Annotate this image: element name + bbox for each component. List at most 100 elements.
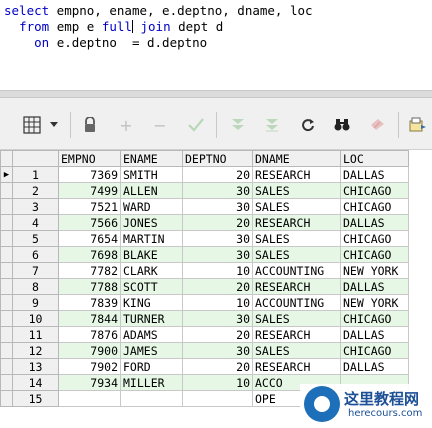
cell-dname[interactable]: RESEARCH	[252, 326, 341, 343]
row-indicator[interactable]	[0, 326, 13, 343]
row-number[interactable]: 8	[12, 278, 59, 295]
table-row[interactable]: 10 7844 TURNER 30 SALES CHICAGO	[0, 310, 409, 327]
cell-dname[interactable]: RESEARCH	[252, 166, 341, 183]
cell-deptno[interactable]	[182, 390, 253, 407]
table-row[interactable]: 3 7521 WARD 30 SALES CHICAGO	[0, 198, 409, 215]
cell-loc[interactable]: DALLAS	[340, 214, 409, 231]
row-number[interactable]: 1	[12, 166, 59, 183]
cell-empno[interactable]: 7876	[58, 326, 121, 343]
row-number[interactable]: 3	[12, 198, 59, 215]
cell-ename[interactable]: CLARK	[120, 262, 183, 279]
find-binoculars-icon[interactable]	[332, 115, 352, 135]
table-row[interactable]: 13 7902 FORD 20 RESEARCH DALLAS	[0, 358, 409, 375]
cell-dname[interactable]: ACCOUNTING	[252, 262, 341, 279]
row-number[interactable]: 13	[12, 358, 59, 375]
cell-loc[interactable]: CHICAGO	[340, 198, 409, 215]
cell-deptno[interactable]: 20	[182, 326, 253, 343]
current-row-indicator-icon[interactable]: ▶	[0, 166, 13, 183]
cell-dname[interactable]: SALES	[252, 230, 341, 247]
export-icon[interactable]	[408, 115, 428, 135]
cell-loc[interactable]: CHICAGO	[340, 182, 409, 199]
cell-deptno[interactable]: 10	[182, 262, 253, 279]
table-row[interactable]: ▶ 1 7369 SMITH 20 RESEARCH DALLAS	[0, 166, 409, 183]
cell-ename[interactable]	[120, 390, 183, 407]
cell-loc[interactable]: NEW YORK	[340, 294, 409, 311]
cell-dname[interactable]: RESEARCH	[252, 278, 341, 295]
cell-loc[interactable]: DALLAS	[340, 278, 409, 295]
grid-layout-icon[interactable]	[22, 115, 42, 135]
cell-empno[interactable]: 7902	[58, 358, 121, 375]
cell-empno[interactable]	[58, 390, 121, 407]
row-indicator[interactable]	[0, 198, 13, 215]
table-row[interactable]: 7 7782 CLARK 10 ACCOUNTING NEW YORK	[0, 262, 409, 279]
lock-icon[interactable]	[80, 115, 100, 135]
cell-empno[interactable]: 7934	[58, 374, 121, 391]
cell-deptno[interactable]: 30	[182, 198, 253, 215]
column-header-empno[interactable]: EMPNO	[58, 150, 121, 167]
table-row[interactable]: 2 7499 ALLEN 30 SALES CHICAGO	[0, 182, 409, 199]
row-number[interactable]: 11	[12, 326, 59, 343]
cell-dname[interactable]: SALES	[252, 342, 341, 359]
cell-ename[interactable]: SCOTT	[120, 278, 183, 295]
row-indicator[interactable]	[0, 214, 13, 231]
row-number[interactable]: 6	[12, 246, 59, 263]
cell-ename[interactable]: BLAKE	[120, 246, 183, 263]
cell-dname[interactable]: SALES	[252, 198, 341, 215]
row-indicator[interactable]	[0, 278, 13, 295]
cell-loc[interactable]: NEW YORK	[340, 262, 409, 279]
cell-ename[interactable]: KING	[120, 294, 183, 311]
sql-editor[interactable]: select empno, ename, e.deptno, dname, lo…	[0, 0, 432, 90]
cell-loc[interactable]: DALLAS	[340, 358, 409, 375]
cell-deptno[interactable]: 30	[182, 310, 253, 327]
cell-deptno[interactable]: 20	[182, 166, 253, 183]
cell-empno[interactable]: 7698	[58, 246, 121, 263]
row-indicator[interactable]	[0, 342, 13, 359]
cell-deptno[interactable]: 10	[182, 294, 253, 311]
cell-deptno[interactable]: 20	[182, 278, 253, 295]
cell-deptno[interactable]: 30	[182, 342, 253, 359]
cell-deptno[interactable]: 30	[182, 246, 253, 263]
cell-loc[interactable]: CHICAGO	[340, 246, 409, 263]
row-indicator[interactable]	[0, 358, 13, 375]
cell-ename[interactable]: MILLER	[120, 374, 183, 391]
row-number[interactable]: 9	[12, 294, 59, 311]
row-number[interactable]: 5	[12, 230, 59, 247]
cell-ename[interactable]: ADAMS	[120, 326, 183, 343]
cell-ename[interactable]: TURNER	[120, 310, 183, 327]
column-header-ename[interactable]: ENAME	[120, 150, 183, 167]
row-number[interactable]: 10	[12, 310, 59, 327]
cell-empno[interactable]: 7369	[58, 166, 121, 183]
cell-dname[interactable]: RESEARCH	[252, 214, 341, 231]
cell-empno[interactable]: 7521	[58, 198, 121, 215]
row-indicator[interactable]	[0, 262, 13, 279]
filter-down-icon-2[interactable]	[262, 115, 282, 135]
cell-loc[interactable]: CHICAGO	[340, 230, 409, 247]
cell-dname[interactable]: RESEARCH	[252, 358, 341, 375]
cell-ename[interactable]: ALLEN	[120, 182, 183, 199]
cell-loc[interactable]: DALLAS	[340, 326, 409, 343]
cell-empno[interactable]: 7499	[58, 182, 121, 199]
cell-empno[interactable]: 7900	[58, 342, 121, 359]
cell-deptno[interactable]: 20	[182, 214, 253, 231]
clear-eraser-icon[interactable]	[368, 115, 388, 135]
cell-dname[interactable]: ACCOUNTING	[252, 294, 341, 311]
cell-loc[interactable]: CHICAGO	[340, 342, 409, 359]
row-number[interactable]: 4	[12, 214, 59, 231]
cell-empno[interactable]: 7782	[58, 262, 121, 279]
cell-ename[interactable]: MARTIN	[120, 230, 183, 247]
editor-grid-splitter[interactable]	[0, 90, 432, 98]
table-row[interactable]: 12 7900 JAMES 30 SALES CHICAGO	[0, 342, 409, 359]
cell-deptno[interactable]: 10	[182, 374, 253, 391]
add-row-icon[interactable]: +	[116, 115, 136, 135]
row-indicator[interactable]	[0, 374, 13, 391]
cell-ename[interactable]: WARD	[120, 198, 183, 215]
cell-deptno[interactable]: 30	[182, 182, 253, 199]
cell-ename[interactable]: FORD	[120, 358, 183, 375]
table-row[interactable]: 8 7788 SCOTT 20 RESEARCH DALLAS	[0, 278, 409, 295]
cell-deptno[interactable]: 20	[182, 358, 253, 375]
filter-down-icon[interactable]	[228, 115, 248, 135]
table-row[interactable]: 9 7839 KING 10 ACCOUNTING NEW YORK	[0, 294, 409, 311]
cell-dname[interactable]: SALES	[252, 182, 341, 199]
column-header-dname[interactable]: DNAME	[252, 150, 341, 167]
row-number[interactable]: 15	[12, 390, 59, 407]
